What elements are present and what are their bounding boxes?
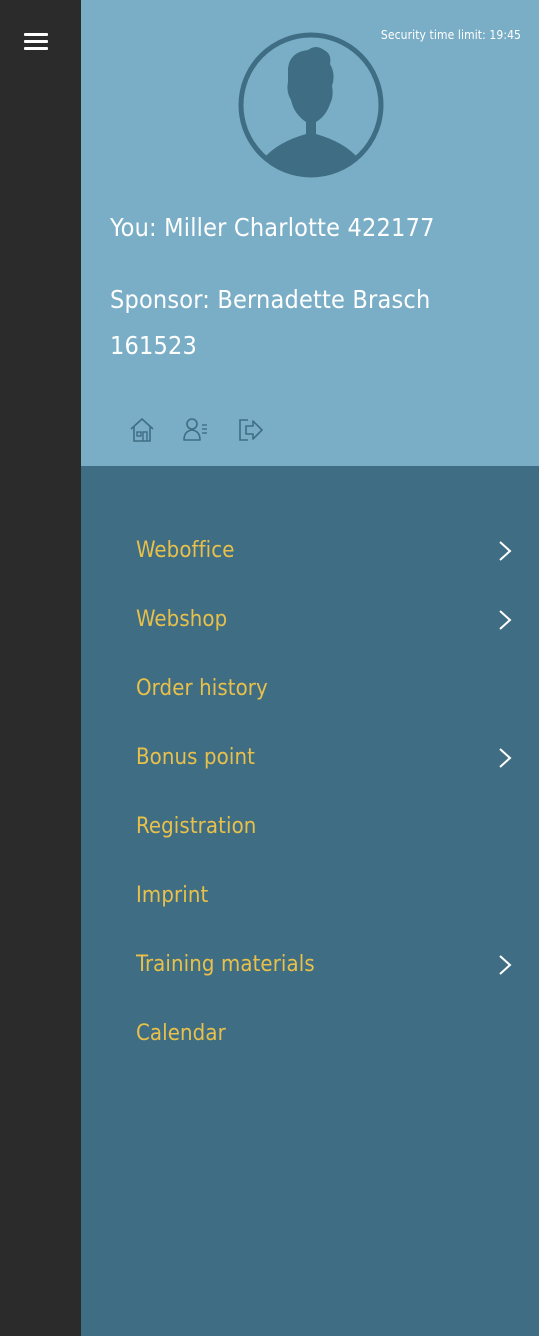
menu-item-label: Imprint [136,883,209,908]
menu-item-registration[interactable]: Registration [81,792,539,861]
menu-item-calendar[interactable]: Calendar [81,999,539,1068]
menu-item-label: Weboffice [136,538,235,563]
menu-item-webshop[interactable]: Webshop [81,585,539,654]
app-page: Security time limit: 19:45 You: Miller C… [0,0,539,1336]
home-icon [130,418,154,442]
menu-item-label: Training materials [136,952,315,977]
logout-button[interactable] [232,412,268,448]
home-button[interactable] [124,412,160,448]
sponsor-id-label: 161523 [110,331,198,360]
profile-actions [124,412,268,448]
chevron-right-icon [499,748,512,768]
navigation-panel: Security time limit: 19:45 You: Miller C… [81,0,539,1336]
chevron-right-icon [499,955,512,975]
menu-item-label: Bonus point [136,745,255,770]
profile-details-button[interactable] [178,412,214,448]
avatar [236,30,386,180]
menu-item-imprint[interactable]: Imprint [81,861,539,930]
menu-item-training-materials[interactable]: Training materials [81,930,539,999]
user-list-icon [183,418,207,441]
menu-item-weboffice[interactable]: Weboffice [81,516,539,585]
menu-item-label: Order history [136,676,268,701]
sponsor-label: Sponsor: Bernadette Brasch [110,285,431,314]
security-time-limit-label: Security time limit: [380,28,486,42]
main-menu: Weboffice Webshop Order history Bonus po… [81,516,539,1068]
logout-icon [239,419,263,441]
left-sidebar [0,0,81,1336]
security-time-limit-value: 19:45 [489,28,521,42]
menu-item-bonus-point[interactable]: Bonus point [81,723,539,792]
current-user-label: You: Miller Charlotte 422177 [110,213,435,242]
security-time-limit: Security time limit: 19:45 [381,28,521,42]
menu-item-label: Registration [136,814,257,839]
user-silhouette-icon [238,32,384,178]
chevron-right-icon [499,541,512,561]
profile-section: Security time limit: 19:45 You: Miller C… [81,0,539,466]
menu-item-label: Webshop [136,607,228,632]
menu-item-order-history[interactable]: Order history [81,654,539,723]
menu-item-label: Calendar [136,1021,226,1046]
chevron-right-icon [499,610,512,630]
hamburger-menu-icon[interactable] [20,31,56,57]
